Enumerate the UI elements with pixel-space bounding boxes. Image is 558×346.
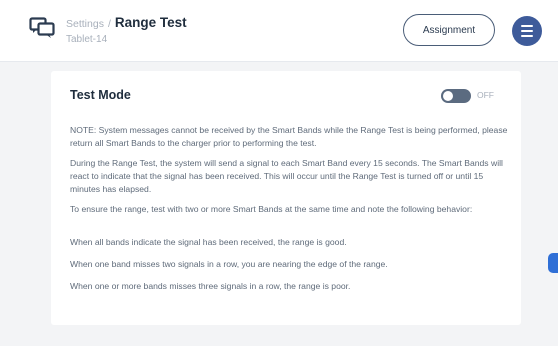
top-header: Settings / Range Test Tablet-14 Assignment [0,0,558,62]
breadcrumb-separator: / [107,18,111,30]
toggle-state-label: OFF [477,90,494,100]
assignment-button[interactable]: Assignment [403,14,495,46]
device-name: Tablet-14 [66,34,108,45]
page-title: Range Test [114,15,187,30]
chat-bubbles-icon [29,17,55,39]
note-paragraph: NOTE: System messages cannot be received… [70,125,508,148]
side-scroll-tab[interactable] [548,253,558,273]
range-poor-paragraph: When one or more bands misses three sign… [70,281,351,291]
range-good-paragraph: When all bands indicate the signal has b… [70,237,347,247]
range-edge-paragraph: When one band misses two signals in a ro… [70,259,388,269]
test-mode-toggle[interactable] [441,89,471,103]
hamburger-menu-icon[interactable] [512,16,542,46]
description-paragraph: During the Range Test, the system will s… [70,158,503,194]
toggle-knob [443,91,453,101]
breadcrumb: Settings / Range Test [66,15,187,30]
breadcrumb-settings-link[interactable]: Settings [66,18,104,30]
instructions-paragraph: To ensure the range, test with two or mo… [70,204,473,214]
test-mode-title: Test Mode [70,88,131,102]
range-test-card: Test Mode OFF NOTE: System messages cann… [51,71,521,325]
